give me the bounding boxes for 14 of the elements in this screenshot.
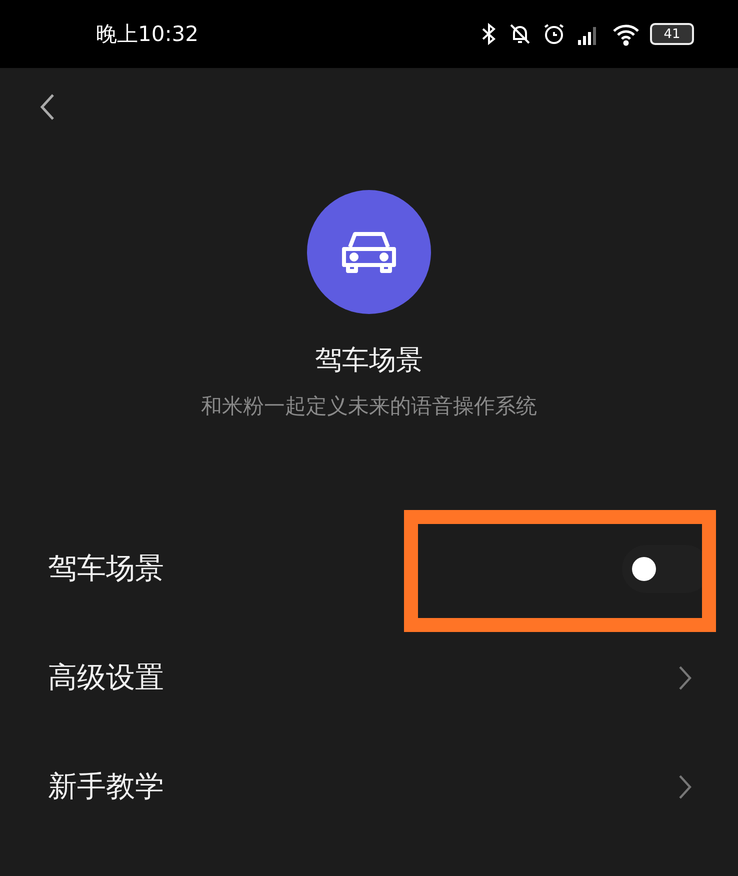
page-title: 驾车场景 xyxy=(315,344,423,378)
bell-muted-icon xyxy=(508,22,532,46)
setting-label: 新手教学 xyxy=(48,768,164,804)
chevron-right-icon[interactable] xyxy=(678,774,692,800)
back-icon[interactable] xyxy=(38,92,56,122)
page-subtitle: 和米粉一起定义未来的语音操作系统 xyxy=(201,393,537,420)
setting-label: 驾车场景 xyxy=(48,550,164,586)
battery-level: 41 xyxy=(650,23,694,45)
chevron-right-icon[interactable] xyxy=(678,664,692,690)
setting-label: 高级设置 xyxy=(48,658,164,696)
wifi-icon xyxy=(612,22,640,46)
bluetooth-icon xyxy=(480,22,498,46)
alarm-icon xyxy=(542,22,566,46)
status-time: 晚上10:32 xyxy=(96,21,199,48)
